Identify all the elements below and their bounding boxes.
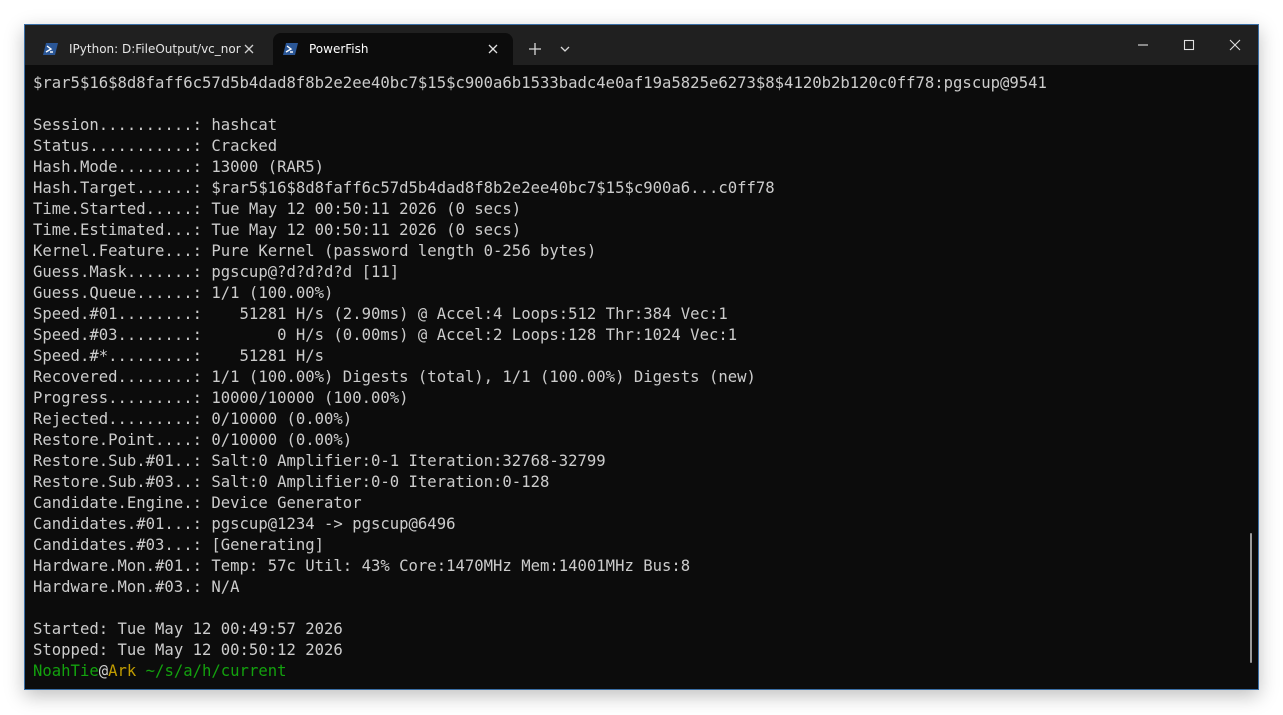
terminal-line: Hardware.Mon.#01.: Temp: 57c Util: 43% C… (33, 557, 691, 575)
terminal-output[interactable]: $rar5$16$8d8faff6c57d5b4dad8f8b2e2ee40bc… (33, 73, 1233, 685)
terminal-line: Speed.#*.........: 51281 H/s (33, 347, 325, 365)
prompt-path: ~/s/a/h/current (136, 662, 287, 680)
title-bar: IPython: D:FileOutput/vc_norm PowerFish (25, 25, 1258, 65)
close-tab-icon[interactable] (241, 41, 257, 57)
prompt-at: @ (98, 662, 109, 680)
terminal-line: Hash.Mode........: 13000 (RAR5) (33, 158, 325, 176)
powershell-icon (283, 41, 299, 57)
tab-powerfish[interactable]: PowerFish (273, 33, 513, 65)
terminal-line: Candidate.Engine.: Device Generator (33, 494, 362, 512)
terminal-line: Progress.........: 10000/10000 (100.00%) (33, 389, 409, 407)
close-tab-icon[interactable] (485, 41, 501, 57)
terminal-line: Status...........: Cracked (33, 137, 278, 155)
powershell-icon (43, 41, 59, 57)
terminal-line: Hardware.Mon.#03.: N/A (33, 578, 240, 596)
terminal-line: Rejected.........: 0/10000 (0.00%) (33, 410, 353, 428)
prompt-host: Ark (108, 662, 137, 680)
prompt-user: NoahTie (33, 662, 99, 680)
tab-label: IPython: D:FileOutput/vc_norm (69, 42, 241, 56)
terminal-line: Restore.Sub.#01..: Salt:0 Amplifier:0-1 … (33, 452, 606, 470)
terminal-line: Guess.Queue......: 1/1 (100.00%) (33, 284, 334, 302)
terminal-line: Stopped: Tue May 12 00:50:12 2026 (33, 641, 343, 659)
terminal-line: Candidates.#01...: pgscup@1234 -> pgscup… (33, 515, 456, 533)
terminal-line: Candidates.#03...: [Generating] (33, 536, 325, 554)
maximize-icon[interactable] (1177, 33, 1201, 57)
terminal-line: Session..........: hashcat (33, 116, 278, 134)
terminal-line: Restore.Point....: 0/10000 (0.00%) (33, 431, 353, 449)
plus-icon[interactable] (525, 39, 545, 59)
terminal-line: Kernel.Feature...: Pure Kernel (password… (33, 242, 597, 260)
terminal-line: Time.Estimated...: Tue May 12 00:50:11 2… (33, 221, 522, 239)
terminal-line: Restore.Sub.#03..: Salt:0 Amplifier:0-0 … (33, 473, 550, 491)
terminal-line: Hash.Target......: $rar5$16$8d8faff6c57d… (33, 179, 775, 197)
tab-ipython[interactable]: IPython: D:FileOutput/vc_norm (33, 33, 269, 65)
tab-label: PowerFish (309, 42, 369, 56)
terminal-line: Guess.Mask.......: pgscup@?d?d?d?d [11] (33, 263, 400, 281)
prompt-line[interactable]: NoahTie@Ark ~/s/a/h/current (33, 661, 1233, 682)
terminal-line: Started: Tue May 12 00:49:57 2026 (33, 620, 343, 638)
terminal-line: Time.Started.....: Tue May 12 00:50:11 2… (33, 200, 522, 218)
terminal-line: Speed.#01........: 51281 H/s (2.90ms) @ … (33, 305, 728, 323)
terminal-line: Recovered........: 1/1 (100.00%) Digests… (33, 368, 756, 386)
terminal-window: IPython: D:FileOutput/vc_norm PowerFish (24, 24, 1259, 690)
terminal-line: $rar5$16$8d8faff6c57d5b4dad8f8b2e2ee40bc… (33, 74, 1047, 92)
chevron-down-icon[interactable] (555, 39, 575, 59)
scrollbar[interactable] (1250, 533, 1252, 663)
minimize-icon[interactable] (1131, 33, 1155, 57)
close-icon[interactable] (1223, 33, 1247, 57)
terminal-line: Speed.#03........: 0 H/s (0.00ms) @ Acce… (33, 326, 738, 344)
